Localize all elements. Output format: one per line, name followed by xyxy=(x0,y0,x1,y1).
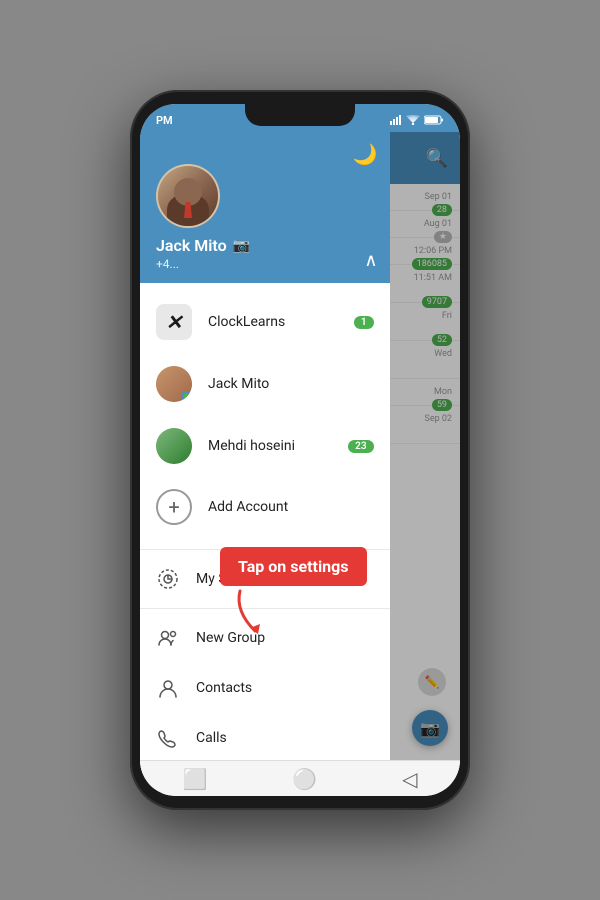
navigation-drawer: Jack Mito 📷 +4... ∧ 🌙 xyxy=(140,132,390,796)
screen-content: Telegram 🔍 Sep 01 28 Aug 01 ★ xyxy=(140,132,460,796)
user-phone: +4... xyxy=(156,257,374,271)
phone-shell: PM Telegram 🔍 xyxy=(0,0,600,900)
jack-name: Jack Mito xyxy=(208,376,269,392)
clocklearns-name: ClockLearns xyxy=(208,314,285,330)
status-icons xyxy=(390,115,444,125)
home-icon[interactable]: ⬜ xyxy=(182,767,207,791)
clocklearns-badge: 1 xyxy=(354,316,374,329)
jack-avatar xyxy=(156,366,192,402)
user-avatar-container[interactable] xyxy=(156,164,220,228)
phone-screen: PM Telegram 🔍 xyxy=(140,104,460,796)
camera-small-icon: 📷 xyxy=(233,238,250,254)
status-time: PM xyxy=(156,114,173,127)
online-indicator xyxy=(181,391,191,401)
callout-text: Tap on settings xyxy=(220,547,367,586)
settings-callout: Tap on settings xyxy=(220,547,367,636)
stories-icon xyxy=(156,567,180,591)
bottom-navigation-bar: ⬜ ⚪ ◁ xyxy=(140,760,460,796)
mehdi-badge: 23 xyxy=(348,440,373,453)
signal-icon xyxy=(390,115,402,125)
add-account-item[interactable]: + Add Account xyxy=(140,477,390,537)
group-icon xyxy=(156,626,180,650)
back-icon[interactable]: ◁ xyxy=(402,767,417,791)
avatar-tie xyxy=(184,202,192,218)
user-avatar xyxy=(156,164,220,228)
calls-icon xyxy=(156,726,180,750)
menu-item-calls[interactable]: Calls xyxy=(140,713,390,763)
calls-label: Calls xyxy=(196,730,227,746)
contacts-icon xyxy=(156,676,180,700)
callout-arrow-svg xyxy=(230,586,290,636)
drawer-header: Jack Mito 📷 +4... ∧ 🌙 xyxy=(140,132,390,283)
add-account-label: Add Account xyxy=(208,499,288,515)
chevron-up-icon: ∧ xyxy=(364,250,377,271)
circle-nav-icon[interactable]: ⚪ xyxy=(292,767,317,791)
clocklearns-logo: ✕ xyxy=(166,310,183,334)
avatar-image xyxy=(158,166,218,226)
account-item-mehdi[interactable]: Mehdi hoseini 23 xyxy=(140,415,390,477)
battery-icon xyxy=(424,115,444,125)
clocklearns-avatar: ✕ xyxy=(156,304,192,340)
menu-item-contacts[interactable]: Contacts xyxy=(140,663,390,713)
account-list: ✕ ClockLearns 1 Jack Mito xyxy=(140,283,390,545)
phone-frame: PM Telegram 🔍 xyxy=(130,90,470,810)
account-item-jack[interactable]: Jack Mito xyxy=(140,353,390,415)
notch xyxy=(245,104,355,126)
collapse-button[interactable]: ∧ xyxy=(364,148,377,271)
moon-icon[interactable]: 🌙 xyxy=(353,142,378,166)
mehdi-avatar xyxy=(156,428,192,464)
contacts-label: Contacts xyxy=(196,680,252,696)
user-name: Jack Mito 📷 xyxy=(156,236,374,255)
wifi-icon xyxy=(406,115,420,125)
mehdi-name: Mehdi hoseini xyxy=(208,438,295,454)
account-item-clocklearns[interactable]: ✕ ClockLearns 1 xyxy=(140,291,390,353)
add-account-icon: + xyxy=(156,489,192,525)
